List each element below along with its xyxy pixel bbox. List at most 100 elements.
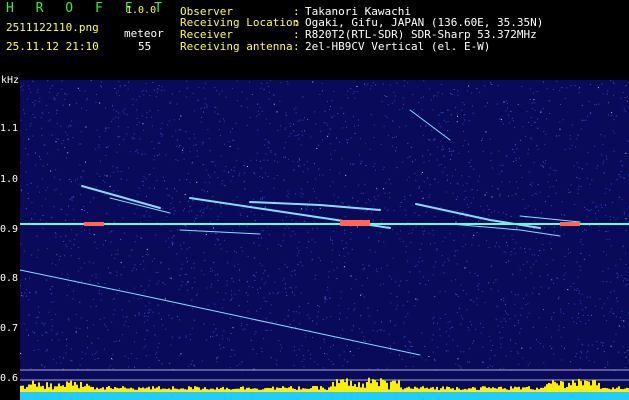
noise-pixel bbox=[582, 344, 584, 346]
noise-pixel bbox=[475, 328, 477, 330]
noise-pixel bbox=[414, 305, 416, 307]
level-bar bbox=[28, 384, 30, 392]
noise-pixel bbox=[308, 350, 309, 352]
noise-pixel bbox=[404, 196, 406, 198]
noise-pixel bbox=[369, 249, 371, 251]
noise-pixel bbox=[323, 122, 325, 124]
noise-pixel bbox=[327, 286, 329, 288]
noise-pixel bbox=[606, 93, 608, 95]
noise-pixel bbox=[35, 152, 36, 154]
level-bar bbox=[318, 389, 320, 392]
noise-pixel bbox=[329, 109, 330, 111]
noise-pixel bbox=[621, 199, 623, 201]
noise-pixel bbox=[442, 93, 443, 95]
noise-pixel bbox=[189, 232, 191, 234]
noise-pixel bbox=[23, 323, 25, 325]
noise-pixel bbox=[465, 197, 467, 198]
noise-pixel bbox=[352, 197, 354, 199]
noise-pixel bbox=[103, 244, 104, 246]
level-bar bbox=[350, 380, 352, 392]
noise-pixel bbox=[200, 209, 202, 211]
noise-pixel bbox=[506, 102, 508, 104]
noise-pixel bbox=[223, 299, 225, 300]
noise-pixel bbox=[36, 235, 38, 237]
noise-pixel bbox=[605, 188, 607, 190]
noise-pixel bbox=[460, 323, 462, 325]
noise-pixel bbox=[537, 184, 539, 186]
noise-pixel bbox=[185, 335, 187, 337]
noise-pixel bbox=[517, 322, 519, 324]
noise-pixel bbox=[64, 98, 66, 100]
noise-pixel bbox=[505, 355, 507, 357]
noise-pixel bbox=[515, 242, 517, 244]
noise-pixel bbox=[444, 236, 446, 238]
noise-pixel bbox=[626, 100, 628, 102]
noise-pixel bbox=[514, 253, 516, 254]
level-bar bbox=[432, 387, 434, 392]
noise-pixel bbox=[346, 317, 348, 319]
noise-pixel bbox=[216, 357, 218, 359]
noise-pixel bbox=[537, 118, 538, 120]
noise-pixel bbox=[524, 207, 526, 209]
noise-pixel bbox=[418, 261, 420, 263]
noise-pixel bbox=[499, 337, 501, 339]
level-bar bbox=[320, 386, 322, 392]
noise-pixel bbox=[156, 357, 158, 359]
noise-pixel bbox=[560, 311, 562, 313]
noise-pixel bbox=[267, 147, 269, 149]
noise-pixel bbox=[585, 119, 587, 121]
noise-pixel bbox=[284, 263, 286, 265]
noise-pixel bbox=[257, 110, 259, 112]
noise-pixel bbox=[420, 97, 422, 99]
noise-pixel bbox=[300, 144, 302, 146]
noise-pixel bbox=[467, 327, 469, 329]
noise-pixel bbox=[587, 314, 589, 316]
noise-pixel bbox=[161, 122, 163, 124]
noise-pixel bbox=[615, 333, 617, 335]
noise-pixel bbox=[175, 130, 177, 132]
noise-pixel bbox=[274, 160, 275, 162]
noise-pixel bbox=[605, 204, 606, 206]
noise-pixel bbox=[37, 340, 39, 342]
noise-pixel bbox=[558, 325, 560, 327]
noise-pixel bbox=[488, 335, 490, 337]
noise-pixel bbox=[100, 160, 101, 162]
noise-pixel bbox=[615, 219, 617, 221]
noise-pixel bbox=[383, 125, 385, 127]
noise-pixel bbox=[92, 262, 94, 264]
noise-pixel bbox=[81, 177, 83, 179]
noise-pixel bbox=[354, 133, 356, 134]
noise-pixel bbox=[258, 244, 260, 246]
noise-pixel bbox=[199, 211, 201, 213]
noise-pixel bbox=[477, 285, 479, 287]
noise-pixel bbox=[529, 98, 531, 100]
noise-pixel bbox=[388, 178, 390, 180]
noise-pixel bbox=[239, 213, 241, 215]
noise-pixel bbox=[219, 121, 221, 122]
noise-pixel bbox=[432, 96, 434, 98]
noise-pixel bbox=[472, 105, 473, 107]
noise-pixel bbox=[402, 161, 404, 163]
noise-pixel bbox=[140, 285, 142, 287]
noise-pixel bbox=[25, 208, 27, 210]
noise-pixel bbox=[618, 196, 620, 198]
level-bar bbox=[422, 386, 424, 392]
noise-pixel bbox=[406, 179, 408, 181]
noise-pixel bbox=[498, 290, 499, 292]
noise-pixel bbox=[488, 246, 490, 248]
level-bar bbox=[64, 387, 66, 392]
noise-pixel bbox=[222, 338, 224, 340]
noise-pixel bbox=[225, 166, 227, 168]
noise-pixel bbox=[618, 325, 620, 327]
noise-pixel bbox=[60, 208, 62, 210]
noise-pixel bbox=[472, 112, 474, 114]
noise-pixel bbox=[264, 144, 266, 146]
noise-pixel bbox=[146, 355, 147, 357]
noise-pixel bbox=[433, 266, 435, 268]
level-bar bbox=[374, 380, 376, 392]
noise-pixel bbox=[421, 191, 423, 193]
level-bar bbox=[534, 389, 536, 392]
noise-pixel bbox=[501, 120, 503, 122]
level-bar bbox=[270, 388, 272, 392]
noise-pixel bbox=[296, 135, 298, 136]
